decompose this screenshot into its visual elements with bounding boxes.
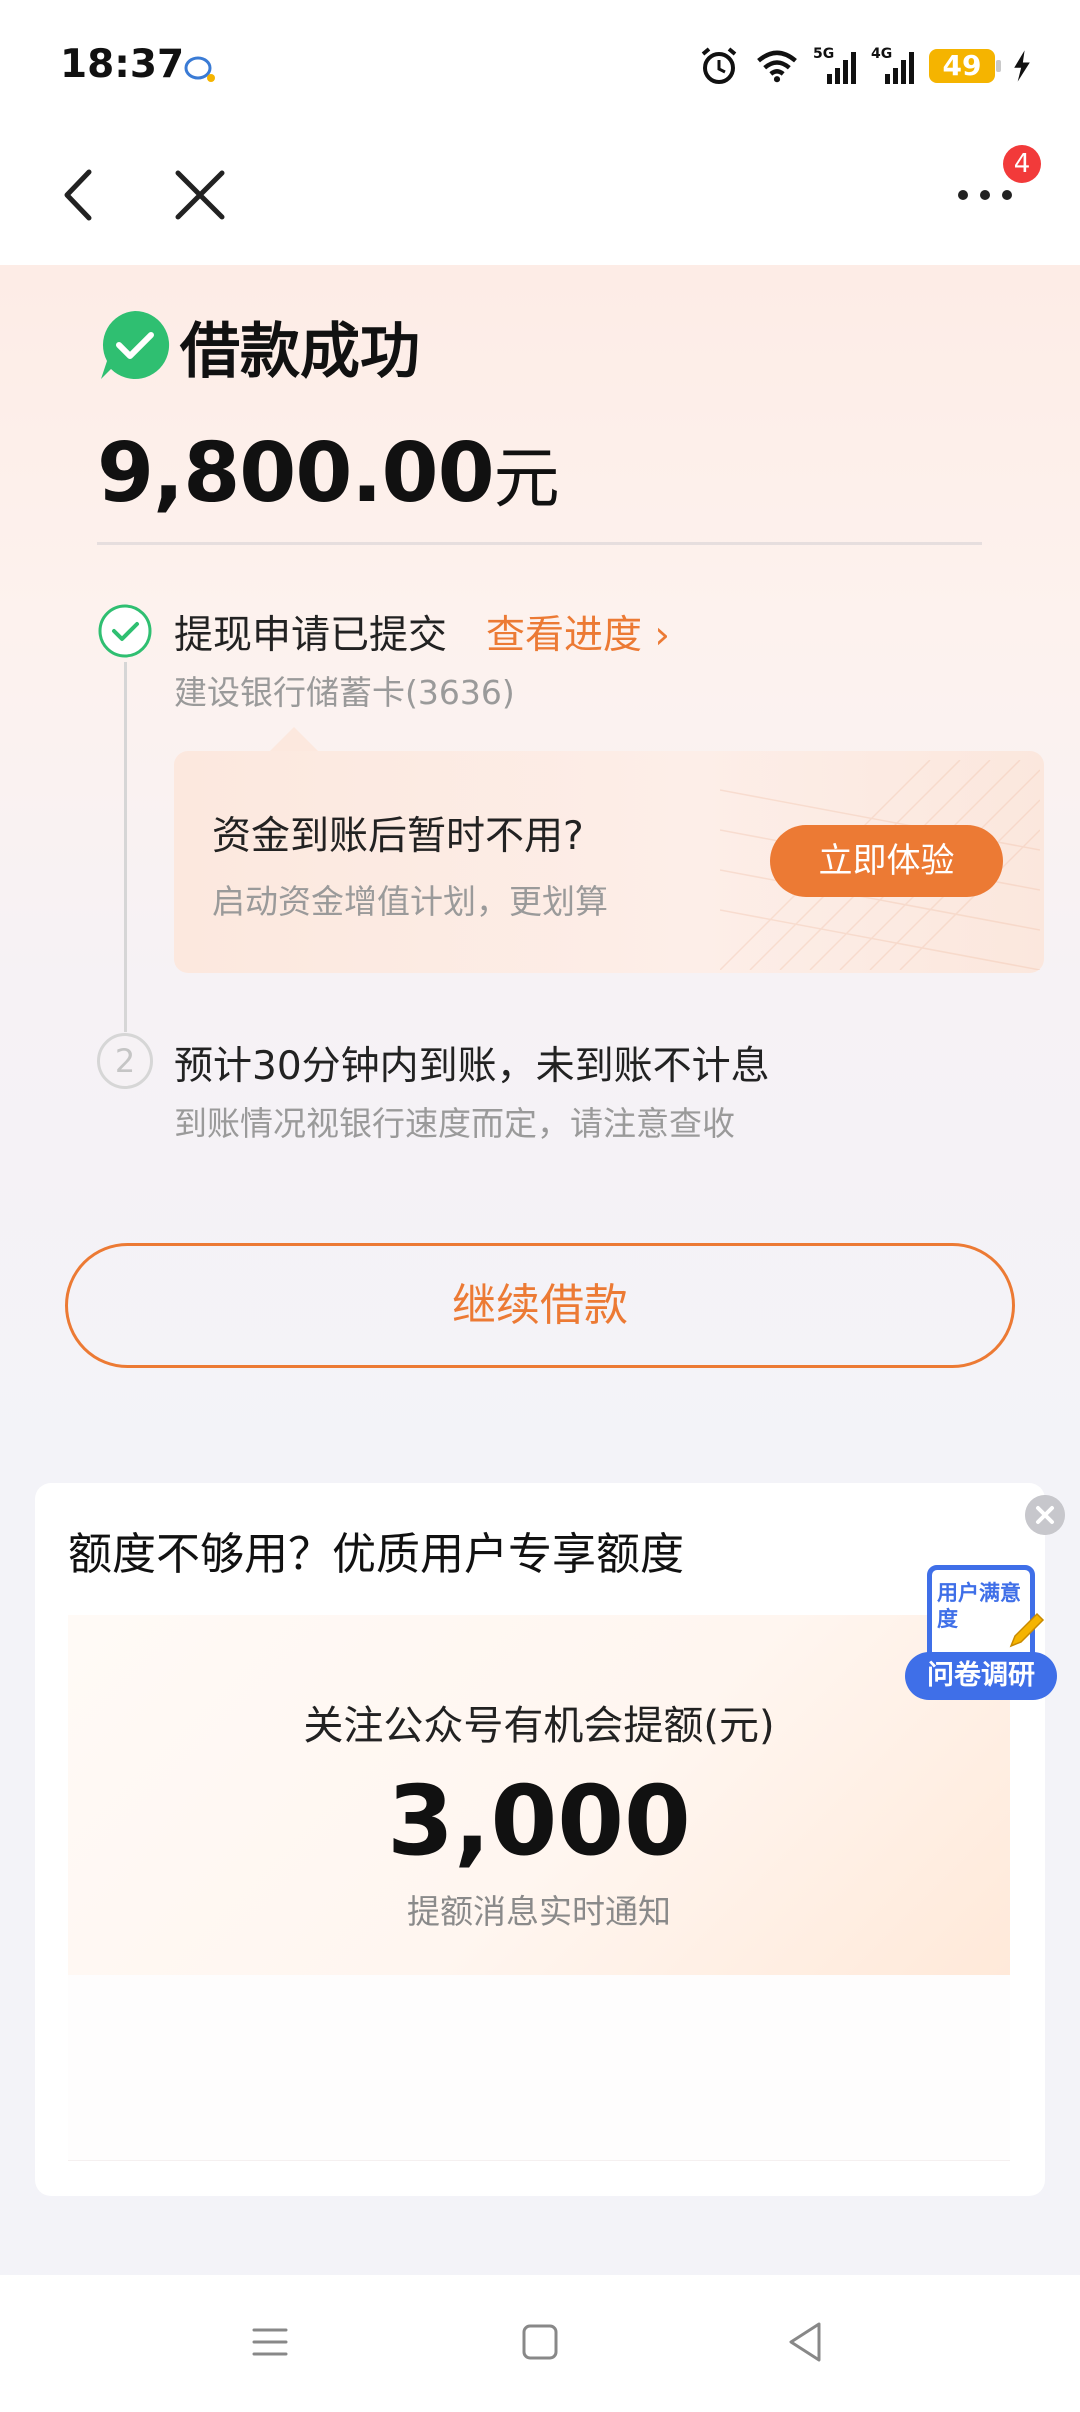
svg-text:4G: 4G <box>871 46 892 62</box>
step2-number: 2 <box>97 1033 153 1089</box>
svg-text:5G: 5G <box>813 46 834 62</box>
battery-icon: 49 <box>929 49 1001 83</box>
battery-level: 49 <box>942 49 982 82</box>
charging-icon <box>1014 50 1030 82</box>
notification-icon <box>184 56 215 82</box>
close-icon[interactable] <box>170 165 230 225</box>
close-card-icon[interactable] <box>1025 1495 1065 1535</box>
signal-5g-icon: 5G <box>813 46 856 84</box>
quota-amount: 3,000 <box>387 1765 691 1877</box>
wifi-icon <box>757 50 797 83</box>
divider <box>97 542 982 545</box>
survey-button[interactable]: 问卷调研 <box>905 1652 1057 1700</box>
continue-borrow-button[interactable]: 继续借款 <box>65 1243 1015 1368</box>
nav-bar <box>0 135 1080 265</box>
step1-title: 提现申请已提交 <box>174 613 448 658</box>
success-check-icon <box>101 310 170 379</box>
view-progress-link[interactable]: 查看进度 › <box>486 604 670 660</box>
back-icon[interactable] <box>55 160 105 230</box>
quota-card-title: 额度不够用？优质用户专享额度 <box>68 1529 684 1580</box>
menu-icon[interactable] <box>250 2322 290 2362</box>
more-icon[interactable] <box>955 180 1015 210</box>
promo-subtitle: 启动资金增值计划，更划算 <box>212 882 608 921</box>
loan-amount: 9,800.00元 <box>97 425 560 521</box>
step1-check-icon <box>98 604 152 658</box>
signal-4g-icon: 4G <box>871 46 914 84</box>
page-title: 借款成功 <box>180 317 420 387</box>
amount-value: 9,800.00 <box>97 426 495 521</box>
pencil-icon <box>1009 1612 1045 1648</box>
bank-card-info: 建设银行储蓄卡(3636) <box>174 673 515 712</box>
quota-banner-title: 关注公众号有机会提额(元) <box>303 1703 775 1749</box>
notification-badge: 4 <box>1003 145 1041 183</box>
promo-pointer <box>268 727 320 753</box>
timeline-line <box>124 662 127 1032</box>
status-time: 18:37 <box>60 42 185 87</box>
promo-title: 资金到账后暂时不用? <box>212 814 584 859</box>
step2-title: 预计30分钟内到账，未到账不计息 <box>174 1044 770 1089</box>
try-now-button[interactable]: 立即体验 <box>770 825 1003 897</box>
system-back-icon[interactable] <box>785 2320 825 2364</box>
step2-subtitle: 到账情况视银行速度而定，请注意查收 <box>174 1104 735 1143</box>
alarm-icon <box>701 47 737 84</box>
quota-banner-footer <box>68 1975 1010 2161</box>
quota-banner-subtitle: 提额消息实时通知 <box>407 1892 671 1931</box>
status-icons: 5G 4G 49 <box>697 44 1035 88</box>
home-icon[interactable] <box>520 2322 560 2362</box>
amount-unit: 元 <box>493 440 560 517</box>
